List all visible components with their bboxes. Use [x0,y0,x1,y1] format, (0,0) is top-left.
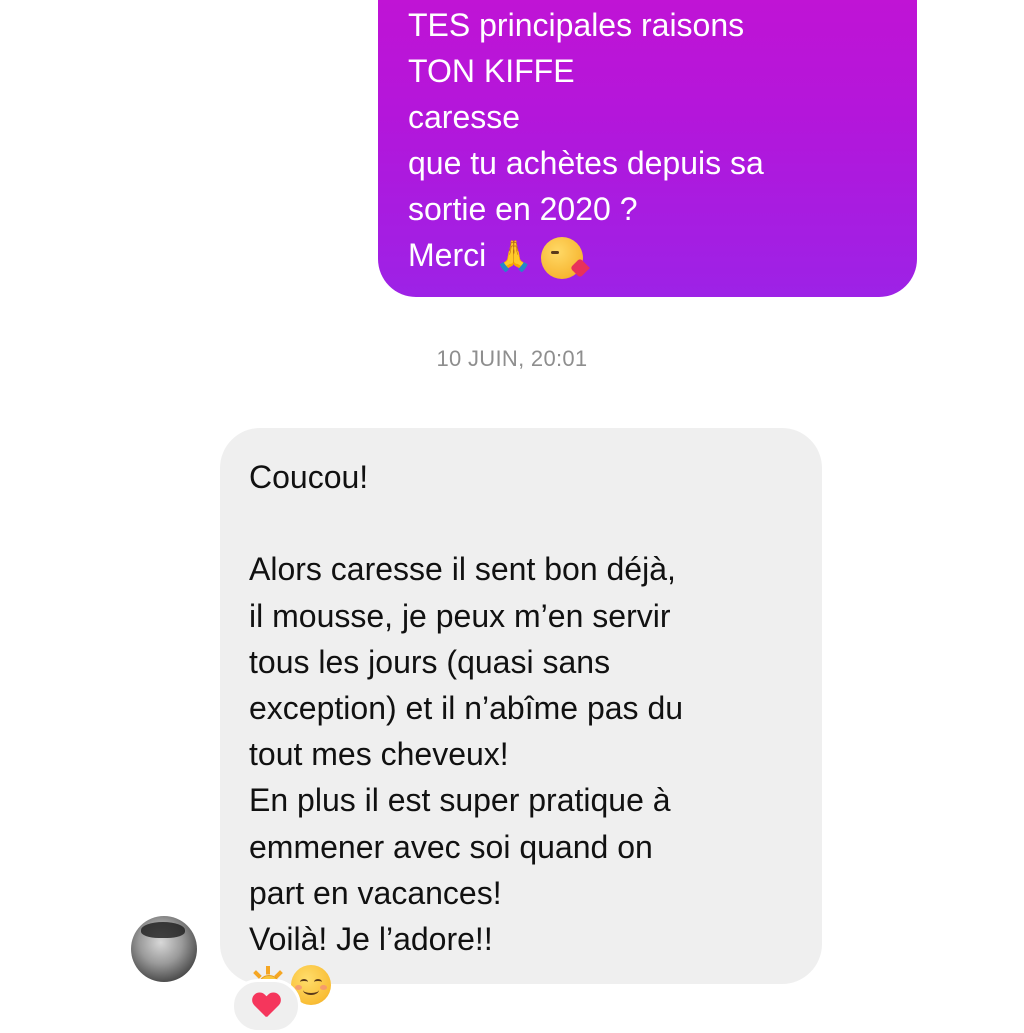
message-line: caresse [408,99,521,135]
outgoing-message-bubble[interactable]: TES principales raisons TON KIFFE caress… [378,0,917,297]
message-line: TON KIFFE [408,53,575,89]
folded-hands-icon: 🙏 [495,239,533,274]
message-thread: TES principales raisons TON KIFFE caress… [0,0,1024,1033]
message-line: TES principales raisons [408,7,745,43]
emoji-row [249,962,794,1008]
message-line: que tu achètes depuis sa [408,145,764,181]
message-line: sortie en 2020 ? [408,191,638,227]
red-heart-icon [252,993,280,1019]
message-reaction[interactable] [231,979,301,1033]
message-line: emmener avec soi quand on [249,828,653,865]
message-line: Merci [408,237,487,273]
message-line: exception) et il n’abîme pas du [249,690,684,726]
avatar[interactable] [131,916,197,982]
message-line: tout mes cheveux! [249,736,509,773]
message-line: Voilà! Je l’adore!! [249,921,493,958]
incoming-message-bubble[interactable]: Coucou! Alors caresse il sent bon déjà, … [220,428,822,1006]
message-line: Coucou! [249,459,369,495]
face-blowing-kiss-icon [541,236,584,279]
message-timestamp: 10 JUIN, 20:01 [436,346,588,371]
message-line-with-emojis: Merci 🙏 [408,232,887,279]
message-line: Alors caresse il sent bon déjà, [249,551,676,588]
message-line: tous les jours (quasi sans [249,643,611,680]
message-line: part en vacances! [249,874,502,911]
message-line: il mousse, je peux m’en servir [249,597,671,634]
message-line: En plus il est super pratique à [249,782,671,819]
